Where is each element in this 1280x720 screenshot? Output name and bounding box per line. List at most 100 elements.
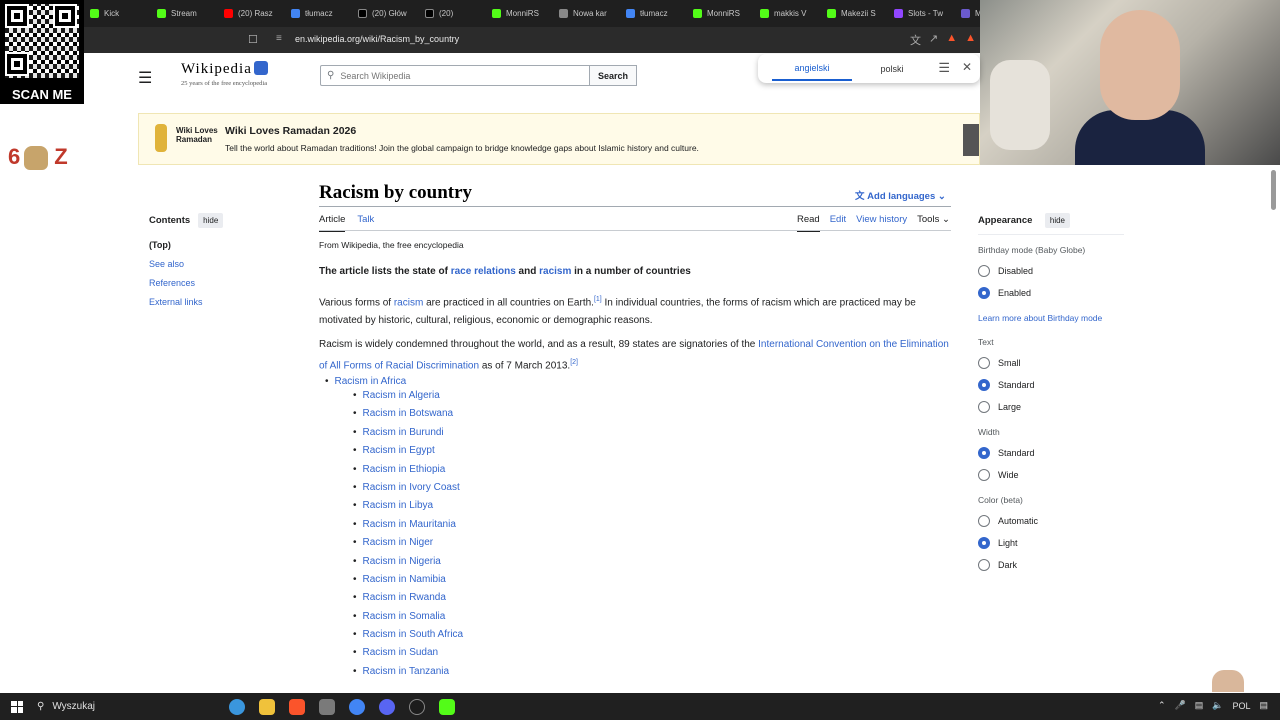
country-link[interactable]: Racism in Burundi	[363, 427, 444, 438]
page-scrollbar[interactable]	[1271, 170, 1276, 210]
country-link[interactable]: Racism in Somalia	[363, 611, 446, 622]
toc-item-top[interactable]: (Top)	[149, 240, 223, 250]
country-link[interactable]: Racism in South Africa	[363, 629, 464, 640]
radio-width-standard[interactable]: Standard	[978, 447, 1124, 459]
add-languages-button[interactable]: 文 Add languages ⌄	[855, 188, 946, 202]
racism-link[interactable]: racism	[394, 297, 423, 308]
radio-color-automatic[interactable]: Automatic	[978, 515, 1124, 527]
network-icon[interactable]: ▤	[1195, 700, 1204, 711]
country-link[interactable]: Racism in Nigeria	[363, 556, 441, 567]
discord-app-icon[interactable]	[379, 698, 395, 715]
appearance-hide-button[interactable]: hide	[1044, 213, 1070, 228]
toc-item-see-also[interactable]: See also	[149, 259, 223, 269]
country-link[interactable]: Racism in Tanzania	[363, 666, 450, 677]
share-icon[interactable]: ↗	[929, 32, 938, 48]
radio-text-standard[interactable]: Standard	[978, 379, 1124, 391]
obs-app-icon[interactable]	[409, 698, 425, 715]
language-indicator[interactable]: POL	[1232, 701, 1250, 711]
windows-start-icon[interactable]	[11, 700, 23, 713]
radio-icon[interactable]	[978, 559, 990, 571]
url-field[interactable]: en.wikipedia.org/wiki/Racism_by_country	[295, 34, 459, 44]
browser-tab[interactable]: Stream	[151, 0, 218, 27]
browser-tab[interactable]: tłumacz	[285, 0, 352, 27]
taskbar-search[interactable]: ⚲ Wyszukaj	[37, 701, 227, 712]
banner-title[interactable]: Wiki Loves Ramadan 2026	[225, 125, 356, 137]
country-link[interactable]: Racism in Rwanda	[363, 592, 446, 603]
toc-hide-button[interactable]: hide	[198, 213, 224, 228]
translate-menu-icon[interactable]: ☰	[938, 60, 950, 76]
wikipedia-logo[interactable]: Wikipedia 25 years of the free encyclope…	[181, 60, 268, 87]
browser-tab[interactable]: Kick	[84, 0, 151, 27]
radio-color-dark[interactable]: Dark	[978, 559, 1124, 571]
radio-text-small[interactable]: Small	[978, 357, 1124, 369]
racism-in-africa-link[interactable]: Racism in Africa	[335, 376, 407, 387]
country-link[interactable]: Racism in Sudan	[363, 647, 439, 658]
toc-item-external-links[interactable]: External links	[149, 297, 223, 307]
radio-icon[interactable]	[978, 357, 990, 369]
notification-icon[interactable]: ▤	[1259, 700, 1268, 711]
country-link[interactable]: Racism in Ethiopia	[363, 464, 446, 475]
radio-icon[interactable]	[978, 515, 990, 527]
toc-item-references[interactable]: References	[149, 278, 223, 288]
browser-tab[interactable]: Makezii S	[821, 0, 888, 27]
bookmark-icon[interactable]: ☐	[248, 33, 258, 46]
radio-birthday-disabled[interactable]: Disabled	[978, 265, 1124, 277]
country-link[interactable]: Racism in Ivory Coast	[363, 482, 460, 493]
radio-checked-icon[interactable]	[978, 379, 990, 391]
translate-target-language[interactable]: polski	[852, 58, 932, 80]
kick-app-icon[interactable]	[439, 698, 455, 715]
toc-link[interactable]: External links	[149, 297, 203, 307]
country-link[interactable]: Racism in Algeria	[363, 390, 440, 401]
radio-width-wide[interactable]: Wide	[978, 469, 1124, 481]
search-input[interactable]	[340, 70, 561, 81]
country-link[interactable]: Racism in Libya	[363, 500, 434, 511]
brave-shields-icon[interactable]: ▲	[946, 32, 957, 48]
browser-tab[interactable]: Nowa kar	[553, 0, 620, 27]
radio-text-large[interactable]: Large	[978, 401, 1124, 413]
radio-checked-icon[interactable]	[978, 537, 990, 549]
toc-link[interactable]: See also	[149, 259, 184, 269]
file-explorer-icon[interactable]	[259, 698, 275, 715]
tab-favicon-icon	[425, 9, 434, 18]
radio-icon[interactable]	[978, 265, 990, 277]
citation-link[interactable]: [2]	[570, 359, 578, 366]
learn-more-birthday-link[interactable]: Learn more about Birthday mode	[978, 313, 1124, 323]
chevron-up-icon[interactable]: ⌃	[1158, 700, 1166, 711]
citation-link[interactable]: [1]	[594, 296, 602, 303]
translate-icon[interactable]: 文	[910, 32, 921, 48]
browser-tab[interactable]: Slots - Tw	[888, 0, 955, 27]
country-link[interactable]: Racism in Niger	[363, 537, 434, 548]
radio-checked-icon[interactable]	[978, 447, 990, 459]
brave-rewards-icon[interactable]: ▲	[965, 32, 976, 48]
microphone-icon[interactable]: 🎤	[1175, 700, 1186, 711]
brave-app-icon[interactable]	[289, 698, 305, 715]
radio-icon[interactable]	[978, 469, 990, 481]
browser-tab[interactable]: (20)	[419, 0, 486, 27]
browser-tab[interactable]: MonniRS	[687, 0, 754, 27]
country-link[interactable]: Racism in Botswana	[363, 408, 454, 419]
main-menu-icon[interactable]: ☰	[138, 68, 152, 88]
edge-app-icon[interactable]	[229, 698, 245, 715]
app-icon[interactable]	[319, 698, 335, 715]
radio-color-light[interactable]: Light	[978, 537, 1124, 549]
racism-link[interactable]: racism	[539, 266, 571, 277]
browser-tab[interactable]: (20) Rasz	[218, 0, 285, 27]
search-button[interactable]: Search	[589, 65, 637, 86]
radio-birthday-enabled[interactable]: Enabled	[978, 287, 1124, 299]
radio-checked-icon[interactable]	[978, 287, 990, 299]
close-icon[interactable]: ✕	[962, 60, 972, 74]
browser-tab[interactable]: makkis V	[754, 0, 821, 27]
race-relations-link[interactable]: race relations	[451, 266, 516, 277]
chrome-app-icon[interactable]	[349, 698, 365, 715]
browser-tab[interactable]: (20) Głów	[352, 0, 419, 27]
toc-link[interactable]: References	[149, 278, 195, 288]
browser-tab[interactable]: MonniRS	[486, 0, 553, 27]
site-info-icon[interactable]: ≡	[276, 33, 282, 44]
translate-source-language[interactable]: angielski	[772, 57, 852, 81]
browser-tab[interactable]: tłumacz	[620, 0, 687, 27]
radio-icon[interactable]	[978, 401, 990, 413]
country-link[interactable]: Racism in Namibia	[363, 574, 446, 585]
country-link[interactable]: Racism in Egypt	[363, 445, 435, 456]
volume-icon[interactable]: 🔈	[1212, 700, 1223, 711]
country-link[interactable]: Racism in Mauritania	[363, 519, 456, 530]
